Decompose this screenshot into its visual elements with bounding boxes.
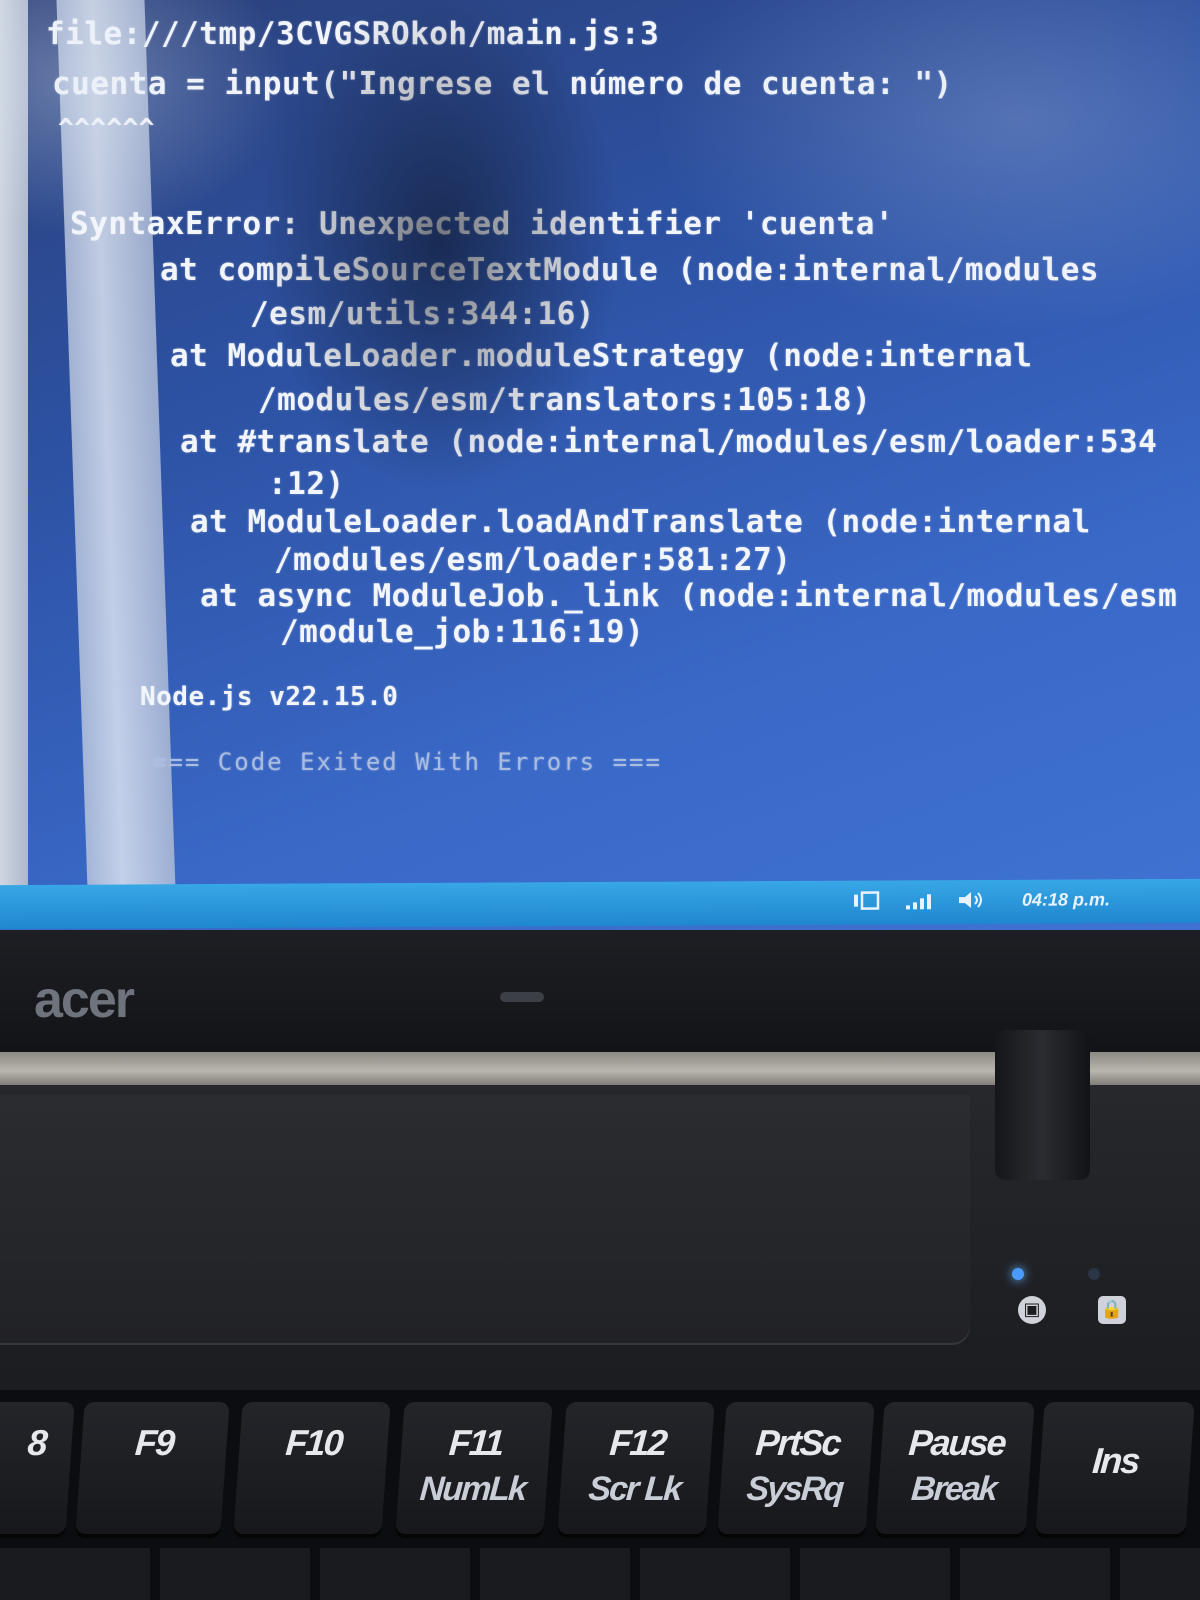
key-f12[interactable]: F12 Scr Lk xyxy=(557,1402,715,1534)
lock-indicator-icon: 🔒 xyxy=(1098,1296,1126,1324)
stack-frame-1: at compileSourceTextModule (node:interna… xyxy=(160,252,1100,288)
error-source-line: cuenta = input("Ingrese el número de cue… xyxy=(52,66,953,102)
stack-frame-4-cont: /modules/esm/loader:581:27) xyxy=(274,542,792,578)
window-left-border xyxy=(0,0,28,900)
key-pause-label: Pause xyxy=(907,1422,1007,1463)
stack-frame-5-cont: /module_job:116:19) xyxy=(280,614,645,650)
taskbar: 04:18 p.m. xyxy=(0,878,1200,930)
stack-frame-3: at #translate (node:internal/modules/esm… xyxy=(180,424,1158,460)
keyboard-next-row xyxy=(0,1548,1200,1600)
key-pause-sublabel: Break xyxy=(909,1470,998,1508)
error-caret-marker: ^^^^^^ xyxy=(58,114,155,144)
exit-status: === Code Exited With Errors === xyxy=(152,748,662,776)
key-prtsc-label: PrtSc xyxy=(754,1422,842,1463)
power-led-icon xyxy=(1012,1268,1024,1280)
key-f11-label: F11 xyxy=(447,1422,504,1463)
hinge-clip xyxy=(995,1030,1090,1180)
key-prtsc[interactable]: PrtSc SysRq xyxy=(717,1402,875,1534)
key-f10-label: F10 xyxy=(284,1422,344,1463)
stack-frame-5: at async ModuleJob._link (node:internal/… xyxy=(200,578,1178,614)
stack-frame-2: at ModuleLoader.moduleStrategy (node:int… xyxy=(170,338,1033,374)
network-icon[interactable] xyxy=(852,889,882,913)
stack-frame-1-cont: /esm/utils:344:16) xyxy=(250,296,595,332)
laptop-screen: file:///tmp/3CVGSROkoh/main.js:3 cuenta … xyxy=(0,0,1200,945)
battery-indicator-icon: ▣ xyxy=(1018,1296,1046,1324)
key-8[interactable]: 8 xyxy=(0,1402,75,1534)
key-ins[interactable]: Ins xyxy=(1035,1402,1195,1534)
signal-icon[interactable] xyxy=(904,888,934,912)
key-f11[interactable]: F11 NumLk xyxy=(395,1402,553,1534)
key-f12-sublabel: Scr Lk xyxy=(587,1470,682,1508)
error-file-location: file:///tmp/3CVGSROkoh/main.js:3 xyxy=(46,16,660,52)
key-prtsc-sublabel: SysRq xyxy=(745,1470,844,1508)
key-f12-label: F12 xyxy=(608,1422,668,1463)
key-f9-label: F9 xyxy=(133,1422,175,1463)
screen-reflection xyxy=(0,0,1200,945)
webcam-icon xyxy=(500,992,544,1002)
error-message: SyntaxError: Unexpected identifier 'cuen… xyxy=(70,206,895,242)
node-version: Node.js v22.15.0 xyxy=(140,682,399,712)
key-ins-label: Ins xyxy=(1091,1440,1140,1481)
key-pause[interactable]: Pause Break xyxy=(875,1402,1035,1534)
taskbar-clock[interactable]: 04:18 p.m. xyxy=(1022,889,1110,910)
status-led-icon xyxy=(1088,1268,1100,1280)
stack-frame-4: at ModuleLoader.loadAndTranslate (node:i… xyxy=(190,504,1091,540)
key-f11-sublabel: NumLk xyxy=(418,1470,527,1508)
stack-frame-3-cont: :12) xyxy=(268,466,345,502)
system-tray: 04:18 p.m. xyxy=(852,887,1110,912)
laptop-photo: file:///tmp/3CVGSROkoh/main.js:3 cuenta … xyxy=(0,0,1200,1600)
key-f9[interactable]: F9 xyxy=(75,1402,230,1534)
brand-logo: acer xyxy=(34,971,135,1029)
stack-frame-2-cont: /modules/esm/translators:105:18) xyxy=(258,382,872,418)
volume-icon[interactable] xyxy=(956,888,986,912)
key-f10[interactable]: F10 xyxy=(233,1402,391,1534)
hinge-cover-panel xyxy=(0,1095,970,1345)
